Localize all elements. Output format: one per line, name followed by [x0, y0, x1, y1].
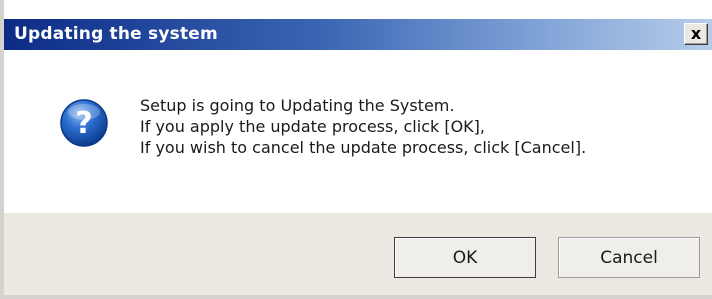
title-bar[interactable]: Updating the system x — [4, 19, 712, 50]
button-bar: OK Cancel — [4, 213, 712, 295]
message-text: Setup is going to Updating the System. I… — [140, 95, 586, 158]
message-line-1: Setup is going to Updating the System. — [140, 96, 455, 115]
close-icon: x — [690, 24, 702, 43]
svg-text:?: ? — [75, 106, 92, 141]
cancel-button[interactable]: Cancel — [558, 237, 700, 278]
message-line-3: If you wish to cancel the update process… — [140, 138, 587, 157]
ok-button[interactable]: OK — [394, 237, 536, 278]
dialog-window: Updating the system x ? Setup is going t… — [0, 0, 712, 299]
window-title: Updating the system — [14, 24, 218, 44]
close-button[interactable]: x — [684, 23, 708, 45]
dialog-content: ? Setup is going to Updating the System.… — [4, 50, 712, 213]
question-icon: ? — [60, 99, 108, 147]
message-line-2: If you apply the update process, click [… — [140, 117, 485, 136]
